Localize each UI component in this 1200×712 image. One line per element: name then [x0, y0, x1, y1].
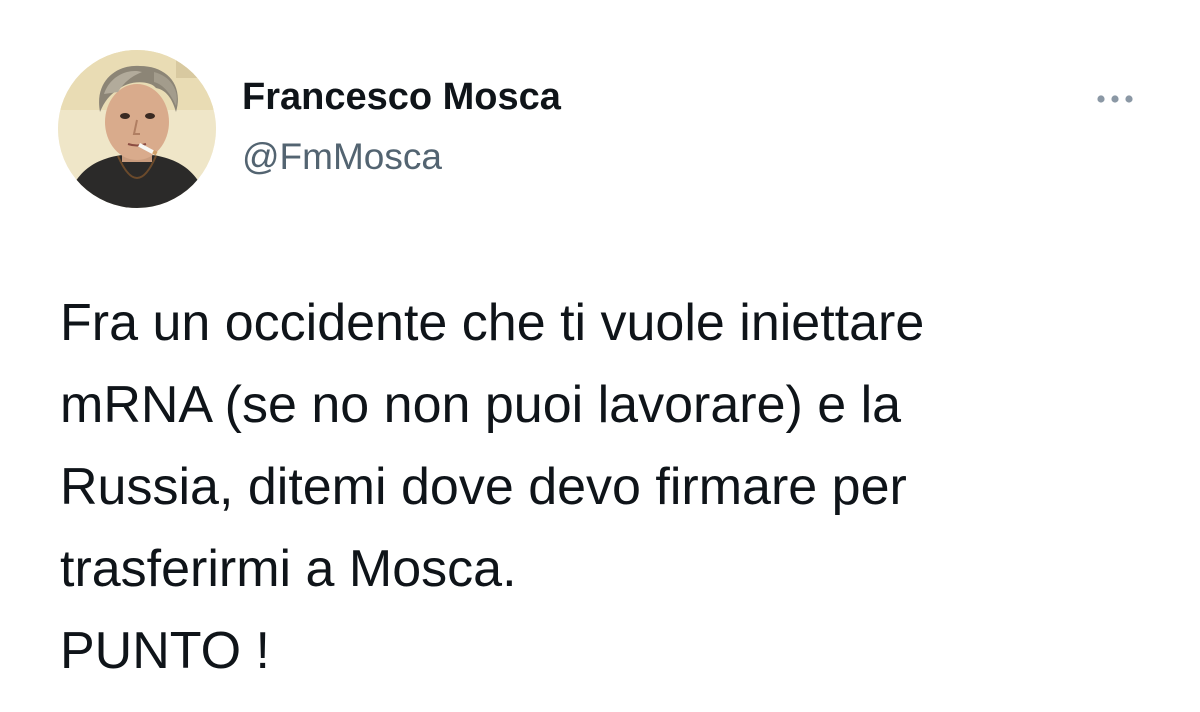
author-handle[interactable]: @FmMosca — [242, 134, 561, 180]
more-horizontal-icon — [1097, 95, 1133, 103]
avatar-image — [58, 50, 216, 208]
avatar[interactable] — [58, 50, 216, 208]
author-block: Francesco Mosca @FmMosca — [242, 74, 561, 180]
author-display-name[interactable]: Francesco Mosca — [242, 74, 561, 120]
more-options-button[interactable] — [1092, 84, 1138, 114]
tweet-text: Fra un occidente che ti vuole iniettare … — [60, 294, 925, 680]
tweet-card: Francesco Mosca @FmMosca Fra un occident… — [0, 0, 1200, 712]
